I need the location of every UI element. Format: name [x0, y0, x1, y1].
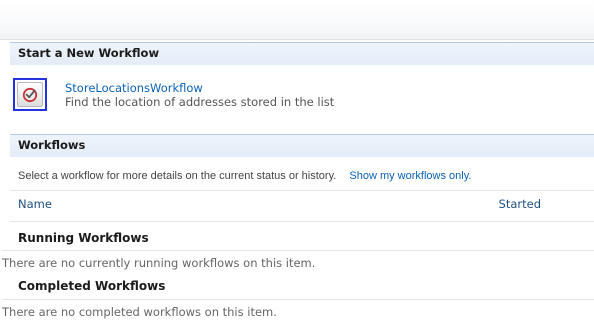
- completed-empty-message: There are no completed workflows on this…: [2, 305, 277, 319]
- divider: [2, 299, 594, 300]
- workflow-button-face[interactable]: [17, 82, 43, 107]
- workflow-instruction: Select a workflow for more details on th…: [18, 170, 471, 182]
- divider: [10, 190, 594, 191]
- workflows-header: Workflows: [10, 134, 594, 157]
- running-empty-message: There are no currently running workflows…: [2, 256, 316, 270]
- start-workflow-header: Start a New Workflow: [10, 42, 594, 65]
- workflow-description: Find the location of addresses stored in…: [65, 95, 335, 109]
- start-workflow-button[interactable]: [13, 78, 47, 111]
- top-toolbar-area: [0, 0, 594, 40]
- workflow-page: Start a New Workflow StoreLocationsWorkf…: [0, 0, 594, 320]
- running-workflows-header: Running Workflows: [18, 231, 149, 245]
- divider: [10, 221, 594, 222]
- workflow-name-link[interactable]: StoreLocationsWorkflow: [65, 81, 203, 95]
- completed-workflows-header: Completed Workflows: [18, 279, 166, 293]
- workflow-check-icon: [22, 87, 38, 102]
- instruction-text: Select a workflow for more details on th…: [18, 170, 337, 182]
- column-header-started[interactable]: Started: [499, 197, 541, 211]
- column-header-name[interactable]: Name: [18, 197, 52, 211]
- show-my-workflows-link[interactable]: Show my workflows only.: [349, 170, 471, 182]
- divider: [2, 250, 594, 251]
